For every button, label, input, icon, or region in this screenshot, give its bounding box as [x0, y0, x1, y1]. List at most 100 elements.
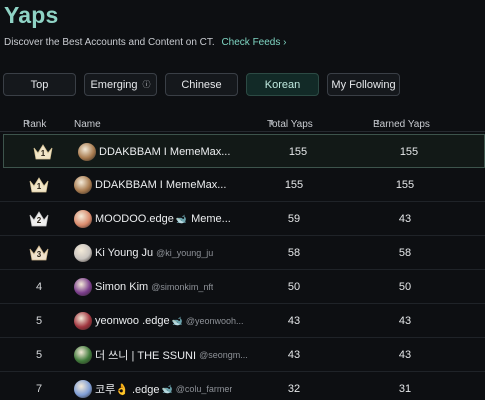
account-name: MOODOO.edge [95, 213, 174, 225]
account-name-cell[interactable]: yeonwoo .edge 🐋 @yeonwooh... [95, 304, 244, 338]
name-header-label: Name [74, 119, 101, 130]
account-name-cell[interactable]: DDAKBBAM I MemeMax... [95, 168, 226, 202]
subtitle-text: Discover the Best Accounts and Content o… [4, 37, 215, 48]
rank-cell: 2 [28, 202, 50, 236]
account-name-cell[interactable]: DDAKBBAM I MemeMax... [99, 135, 230, 169]
sort-icon: ⬍ [269, 120, 275, 127]
page-title: Yaps [4, 2, 59, 28]
check-feeds-link[interactable]: Check Feeds › [221, 37, 286, 48]
account-name: 더 쓰니 | THE SSUNI [95, 350, 197, 362]
total-yaps: 155 [284, 179, 304, 191]
table-row[interactable]: 5 더 쓰니 | THE SSUNI @seongm... 43 43 [0, 338, 485, 372]
rank-number: 3 [36, 250, 42, 259]
info-icon[interactable]: ⓘ [143, 79, 151, 90]
table-row[interactable]: 1 DDAKBBAM I MemeMax... 155 155 [3, 134, 485, 168]
category-tabs: Top Emerging ⓘ Chinese Korean My Followin… [3, 73, 400, 96]
crown-icon: 3 [28, 244, 50, 262]
rank-number: 5 [35, 315, 43, 327]
account-name: Simon Kim [95, 281, 149, 293]
table-header: Rank ⬍ Name Total Yaps ⬍ Earned Yaps ⬍ [0, 109, 485, 131]
avatar[interactable] [74, 210, 92, 228]
rank-cell: 1 [32, 135, 54, 169]
tab-my-following[interactable]: My Following [327, 73, 400, 96]
earned-yaps: 155 [399, 146, 419, 158]
account-name: DDAKBBAM I MemeMax... [95, 179, 227, 191]
total-yaps: 43 [287, 315, 301, 327]
tab-label: Chinese [181, 78, 222, 91]
crown-icon: 1 [28, 176, 50, 194]
account-name-cell[interactable]: Ki Young Ju @ki_young_ju [95, 236, 213, 270]
avatar[interactable] [74, 278, 92, 296]
account-name-cell[interactable]: 더 쓰니 | THE SSUNI @seongm... [95, 338, 248, 372]
tab-korean[interactable]: Korean [246, 73, 319, 96]
rank-number: 1 [36, 182, 42, 191]
account-name-cell[interactable]: MOODOO.edge 🐋 Meme... [95, 202, 231, 236]
table-row[interactable]: 5 yeonwoo .edge 🐋 @yeonwooh... 43 43 [0, 304, 485, 338]
rank-cell: 5 [28, 304, 50, 338]
account-name: Ki Young Ju [95, 247, 154, 259]
table-row[interactable]: 4 Simon Kim @simonkim_nft 50 50 [0, 270, 485, 304]
earned-yaps: 58 [398, 247, 412, 259]
whale-badge-icon: 🐋 [161, 383, 173, 394]
table-row[interactable]: 7 코루👌 .edge 🐋 @colu_farmer 32 31 [0, 372, 485, 400]
avatar[interactable] [74, 176, 92, 194]
account-handle: @colu_farmer [175, 384, 233, 394]
account-name-extra: Meme... [191, 213, 231, 225]
account-handle: @simonkim_nft [151, 282, 214, 292]
account-name: DDAKBBAM I MemeMax... [99, 146, 231, 158]
total-yaps: 59 [287, 213, 301, 225]
whale-badge-icon: 🐋 [171, 315, 183, 326]
table-row[interactable]: 1 DDAKBBAM I MemeMax... 155 155 [0, 168, 485, 202]
tab-label: Emerging [90, 78, 138, 91]
whale-badge-icon: 🐋 [175, 213, 188, 224]
rank-cell: 3 [28, 236, 50, 270]
total-yaps: 43 [287, 349, 301, 361]
earned-yaps: 43 [398, 213, 412, 225]
account-name-cell[interactable]: Simon Kim @simonkim_nft [95, 270, 213, 304]
divider [0, 131, 485, 132]
earned-yaps: 43 [398, 349, 412, 361]
earned-header-label: Earned Yaps [373, 119, 430, 130]
account-handle: @seongm... [199, 350, 248, 360]
earned-yaps: 50 [398, 281, 412, 293]
rank-number: 1 [40, 149, 46, 158]
tab-chinese[interactable]: Chinese [165, 73, 238, 96]
rank-cell: 1 [28, 168, 50, 202]
avatar[interactable] [74, 244, 92, 262]
sort-icon: ⬍ [375, 120, 381, 127]
rank-cell: 7 [28, 372, 50, 400]
table-row[interactable]: 3 Ki Young Ju @ki_young_ju 58 58 [0, 236, 485, 270]
earned-yaps: 43 [398, 315, 412, 327]
total-yaps: 155 [288, 146, 308, 158]
avatar[interactable] [74, 346, 92, 364]
page-subtitle: Discover the Best Accounts and Content o… [4, 37, 287, 48]
earned-yaps: 31 [398, 383, 412, 395]
chevron-right-icon: › [283, 37, 287, 48]
tab-top[interactable]: Top [3, 73, 76, 96]
account-handle: @yeonwooh... [185, 316, 244, 326]
leaderboard-table: 1 DDAKBBAM I MemeMax... 155 155 1 DDAKBBAM I … [0, 134, 485, 400]
total-yaps: 50 [287, 281, 301, 293]
rank-number: 5 [35, 349, 43, 361]
table-row[interactable]: 2 MOODOO.edge 🐋 Meme... 59 43 [0, 202, 485, 236]
tab-label: Top [30, 78, 49, 91]
tab-emerging[interactable]: Emerging ⓘ [84, 73, 157, 96]
avatar[interactable] [78, 143, 96, 161]
rank-number: 4 [35, 281, 43, 293]
account-handle: @ki_young_ju [156, 248, 214, 258]
avatar[interactable] [74, 380, 92, 398]
crown-icon: 1 [32, 143, 54, 161]
account-name: 코루👌 .edge [95, 384, 160, 396]
total-yaps: 32 [287, 383, 301, 395]
sort-icon: ⬍ [25, 120, 31, 127]
account-name: yeonwoo .edge [95, 315, 170, 327]
total-yaps: 58 [287, 247, 301, 259]
crown-icon: 2 [28, 210, 50, 228]
rank-number: 2 [36, 216, 42, 225]
rank-number: 7 [35, 383, 43, 395]
rank-cell: 4 [28, 270, 50, 304]
rank-cell: 5 [28, 338, 50, 372]
account-name-cell[interactable]: 코루👌 .edge 🐋 @colu_farmer [95, 372, 232, 400]
earned-yaps: 155 [395, 179, 415, 191]
avatar[interactable] [74, 312, 92, 330]
